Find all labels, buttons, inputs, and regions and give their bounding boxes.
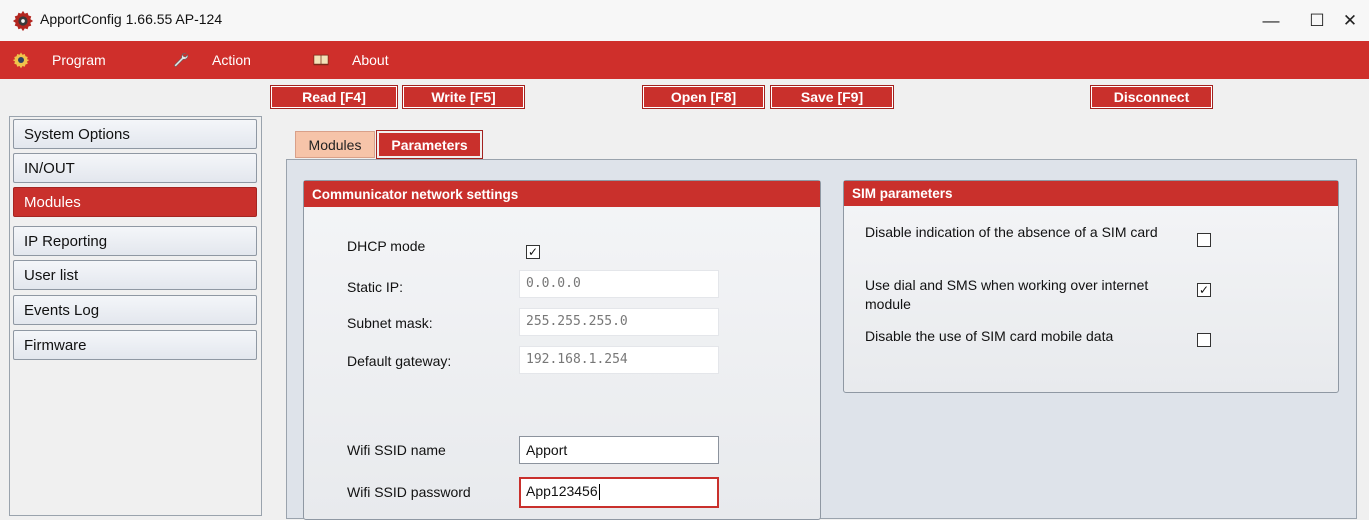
- disconnect-button[interactable]: Disconnect: [1090, 85, 1213, 109]
- sidebar-item-user-list[interactable]: User list: [13, 260, 257, 290]
- menu-about[interactable]: About: [312, 41, 389, 79]
- menu-program-label: Program: [52, 52, 106, 68]
- menu-action-label: Action: [212, 52, 251, 68]
- subnet-mask-label: Subnet mask:: [347, 315, 433, 331]
- default-gateway-label: Default gateway:: [347, 353, 452, 369]
- sim-option-disable-mobile-data-checkbox[interactable]: [1197, 333, 1211, 347]
- wrench-icon: [173, 52, 189, 68]
- window-title: ApportConfig 1.66.55 AP-124: [40, 11, 223, 27]
- subnet-mask-field[interactable]: 255.255.255.0: [519, 308, 719, 336]
- sim-option-disable-mobile-data-label: Disable the use of SIM card mobile data: [865, 328, 1114, 344]
- sim-option-disable-absence-checkbox[interactable]: [1197, 233, 1211, 247]
- menu-bar: Program Action About: [0, 41, 1369, 79]
- open-button[interactable]: Open [F8]: [642, 85, 765, 109]
- wifi-ssid-name-field[interactable]: Apport: [519, 436, 719, 464]
- sidebar-item-modules[interactable]: Modules: [13, 187, 257, 217]
- sidebar-item-system-options[interactable]: System Options: [13, 119, 257, 149]
- default-gateway-field[interactable]: 192.168.1.254: [519, 346, 719, 374]
- menu-action[interactable]: Action: [172, 41, 251, 79]
- wifi-ssid-password-value: App123456: [526, 483, 598, 499]
- static-ip-label: Static IP:: [347, 279, 404, 295]
- sim-parameters-header: SIM parameters: [844, 181, 1338, 206]
- sidebar-item-firmware[interactable]: Firmware: [13, 330, 257, 360]
- app-gear-icon: [12, 10, 34, 32]
- sidebar-item-ip-reporting[interactable]: IP Reporting: [13, 226, 257, 256]
- minimize-button[interactable]: —: [1248, 0, 1294, 41]
- network-settings-header: Communicator network settings: [304, 181, 820, 207]
- menu-program[interactable]: Program: [12, 41, 106, 79]
- text-cursor: [598, 484, 600, 501]
- gear-icon: [12, 52, 30, 69]
- sidebar-item-in-out[interactable]: IN/OUT: [13, 153, 257, 183]
- menu-about-label: About: [352, 52, 389, 68]
- sim-option-disable-absence-label: Disable indication of the absence of a S…: [865, 224, 1158, 240]
- write-button[interactable]: Write [F5]: [402, 85, 525, 109]
- wifi-ssid-name-label: Wifi SSID name: [347, 442, 446, 458]
- dhcp-mode-label: DHCP mode: [347, 238, 426, 254]
- static-ip-field[interactable]: 0.0.0.0: [519, 270, 719, 298]
- book-icon: [313, 54, 329, 66]
- wifi-ssid-password-field[interactable]: App123456: [519, 477, 719, 508]
- sim-option-dial-sms-label: Use dial and SMS when working over inter…: [865, 277, 1149, 312]
- read-button[interactable]: Read [F4]: [270, 85, 398, 109]
- wifi-ssid-password-label: Wifi SSID password: [347, 484, 471, 500]
- dhcp-mode-checkbox[interactable]: ✓: [526, 245, 540, 259]
- sim-option-dial-sms-checkbox[interactable]: ✓: [1197, 283, 1211, 297]
- sidebar: System Options IN/OUT Modules IP Reporti…: [9, 116, 262, 516]
- close-button[interactable]: ✕: [1327, 0, 1369, 41]
- tab-parameters[interactable]: Parameters: [376, 130, 483, 159]
- title-bar: ApportConfig 1.66.55 AP-124 — ☐ ✕: [0, 0, 1369, 41]
- save-button[interactable]: Save [F9]: [770, 85, 894, 109]
- tab-modules[interactable]: Modules: [295, 131, 375, 158]
- sidebar-item-events-log[interactable]: Events Log: [13, 295, 257, 325]
